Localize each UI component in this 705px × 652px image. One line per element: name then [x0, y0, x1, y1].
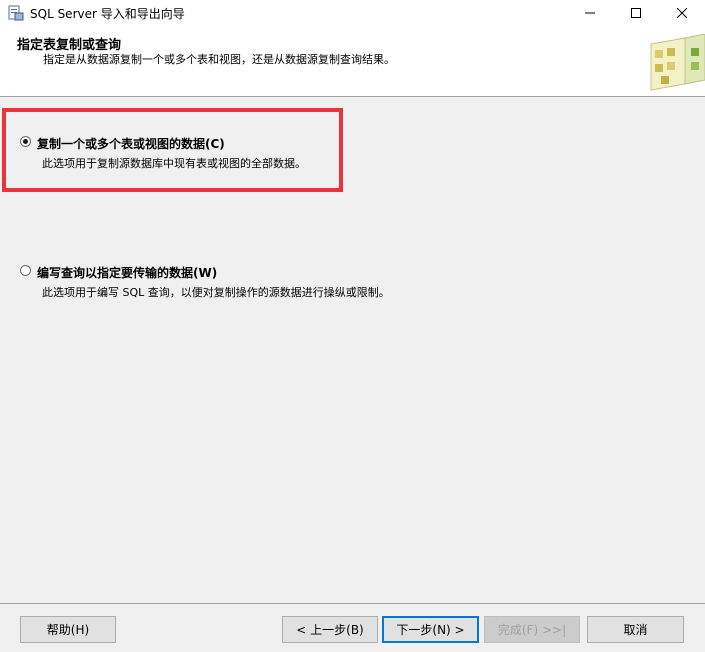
app-icon — [8, 5, 24, 21]
wizard-header: 指定表复制或查询 指定是从数据源复制一个或多个表和视图，还是从数据源复制查询结果… — [0, 26, 705, 97]
back-button[interactable]: < 上一步(B) — [282, 616, 378, 643]
radio-write-query[interactable] — [20, 265, 31, 276]
option-write-query-description: 此选项用于编写 SQL 查询，以便对复制操作的源数据进行操纵或限制。 — [42, 286, 390, 299]
title-bar: SQL Server 导入和导出向导 — [0, 0, 705, 26]
radio-copy-tables[interactable] — [20, 136, 31, 147]
option-write-query-label[interactable]: 编写查询以指定要传输的数据(W) — [37, 264, 217, 281]
close-button[interactable] — [659, 0, 705, 26]
page-subtitle: 指定是从数据源复制一个或多个表和视图，还是从数据源复制查询结果。 — [43, 53, 395, 66]
minimize-button[interactable] — [567, 0, 613, 26]
next-button[interactable]: 下一步(N) > — [382, 616, 479, 643]
wizard-content: 复制一个或多个表或视图的数据(C) 此选项用于复制源数据库中现有表或视图的全部数… — [0, 98, 705, 603]
wizard-banner-icon — [645, 33, 705, 92]
option-copy-tables-description: 此选项用于复制源数据库中现有表或视图的全部数据。 — [42, 157, 306, 170]
option-copy-tables-label[interactable]: 复制一个或多个表或视图的数据(C) — [37, 135, 225, 152]
window-title: SQL Server 导入和导出向导 — [30, 6, 185, 21]
cancel-button[interactable]: 取消 — [587, 616, 684, 643]
finish-button: 完成(F) >>| — [484, 616, 580, 643]
help-button[interactable]: 帮助(H) — [20, 616, 116, 643]
maximize-button[interactable] — [613, 0, 659, 26]
wizard-footer: 帮助(H) < 上一步(B) 下一步(N) > 完成(F) >>| 取消 — [0, 603, 705, 652]
